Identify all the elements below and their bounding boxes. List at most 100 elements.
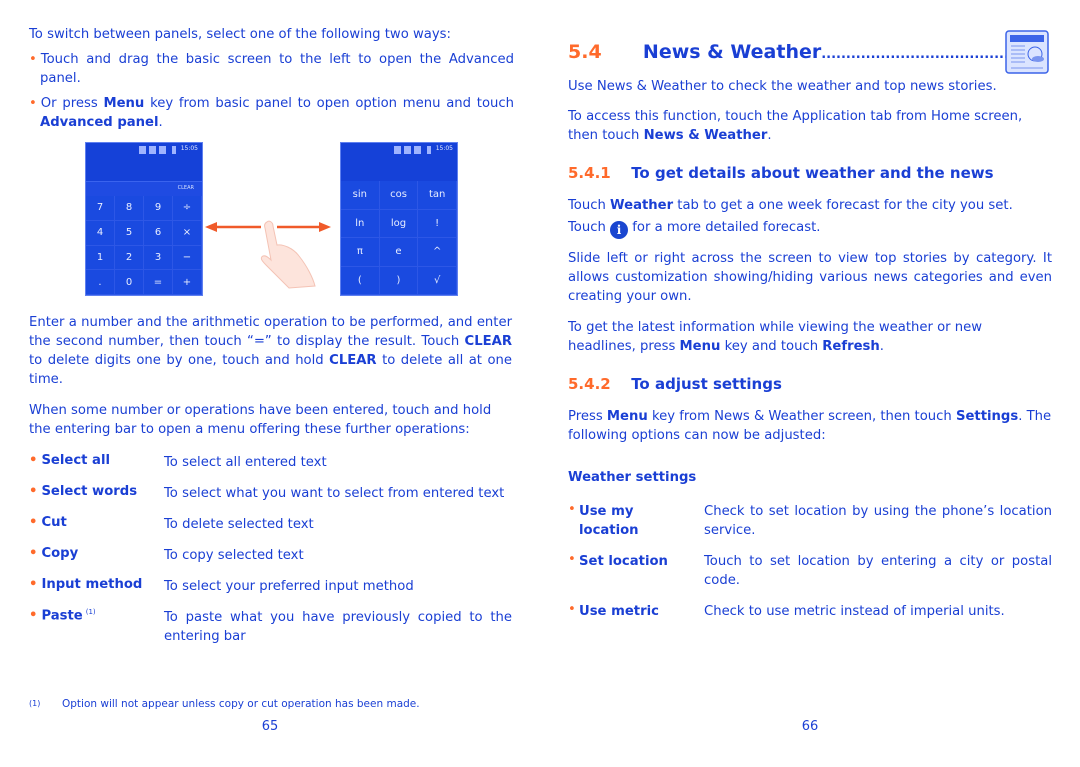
setting-term: Set location [579, 554, 668, 569]
bullet-dot: • [29, 453, 38, 468]
right-arrow-icon [277, 222, 331, 232]
sim-icon [404, 146, 411, 154]
text-run: . [158, 115, 163, 130]
menu-key-label: Menu [103, 96, 145, 111]
text-run: . [879, 339, 884, 354]
clear-label: CLEAR [464, 334, 512, 349]
slide-categories-text: Slide left or right across the screen to… [568, 251, 1052, 304]
operation-description: To select what you want to select from e… [164, 486, 505, 501]
calc-key: e [379, 238, 419, 267]
calc-key: 2 [115, 245, 144, 271]
bullet-dot: • [29, 515, 38, 530]
advanced-keypad: sin cos tan ln log! π e ^ () √ [341, 181, 457, 295]
leader-dots: ...................................... [821, 47, 1009, 62]
text-run: Or press [40, 96, 104, 111]
calc-key: 8 [115, 196, 144, 221]
subsection-heading-settings: 5.4.2 To adjust settings [568, 375, 782, 393]
advanced-panel-label: Advanced panel [40, 115, 159, 130]
battery-icon [427, 146, 431, 154]
swipe-gesture-illustration [205, 220, 331, 289]
subsection-number: 5.4.1 [568, 164, 611, 182]
usb-icon [139, 146, 146, 154]
section-number: 5.4 [568, 41, 602, 63]
signal-icon [414, 146, 421, 154]
status-bar: 15:05 [86, 143, 202, 157]
battery-icon [172, 146, 176, 154]
operation-term: • Cut [29, 515, 67, 530]
bullet-dot: • [29, 577, 38, 592]
calc-key: π [341, 238, 380, 267]
bullet-dot: • [568, 552, 576, 567]
section-title: News & Weather [642, 41, 822, 63]
operation-description: To copy selected text [164, 548, 304, 563]
bullet-text: Touch and drag the basic screen to the l… [40, 52, 514, 86]
text-run: To access this function, touch the Appli… [568, 109, 1023, 143]
operation-term: • Select words [29, 484, 137, 499]
subsection-title: To adjust settings [631, 375, 782, 393]
text-run: Touch [568, 198, 611, 213]
text-run: . [767, 128, 772, 143]
entering-bar: CLEAR [86, 181, 202, 197]
text-run: Enter a number and the arithmetic operat… [29, 315, 512, 349]
text-run: tab to get a one week forecast for the c… [673, 198, 1013, 213]
intro-text: Use News & Weather to check the weather … [568, 79, 997, 94]
footnote-text: Option will not appear unless copy or cu… [62, 698, 420, 710]
calc-key: ÷ [173, 196, 202, 221]
calc-key: tan [418, 181, 457, 210]
calc-key: ^ [418, 238, 457, 267]
operation-term: • Select all [29, 453, 110, 468]
operation-description: To delete selected text [164, 517, 314, 532]
text-run: key from News & Weather screen, then tou… [647, 409, 956, 424]
calc-key: . [86, 270, 115, 295]
page-number: 65 [261, 719, 279, 734]
calc-key: 6 [144, 220, 173, 246]
status-time: 15:05 [435, 145, 453, 152]
setting-term: Use my location [579, 504, 639, 538]
news-weather-app-icon [1005, 30, 1049, 74]
setting-term: Use metric [579, 604, 659, 619]
hand-icon [260, 220, 316, 289]
bullet-dot: • [29, 484, 38, 499]
bullet-dot: • [568, 602, 576, 617]
settings-intro-text: Press Menu key from News & Weather scree… [568, 407, 1053, 445]
calc-key: 5 [115, 220, 144, 246]
page-66: 5.4 News & Weather......................… [540, 0, 1080, 767]
intro-text: To switch between panels, select one of … [29, 27, 451, 42]
section-heading: 5.4 News & Weather......................… [568, 41, 1009, 63]
advanced-panel-screenshot: 15:05 sin cos tan ln log! π e ^ () √ [340, 142, 458, 296]
calc-key: 3 [144, 245, 173, 271]
term-label: Input method [41, 577, 143, 592]
bullet-dot: • [29, 52, 37, 67]
usb-icon [394, 146, 401, 154]
calc-key: √ [418, 266, 457, 295]
basic-panel-screenshot: 15:05 CLEAR 7 8 9 ÷ 4 5 6 × 1 2 3−. 0 = + [85, 142, 203, 296]
status-time: 15:05 [180, 145, 198, 152]
text-run: Touch [568, 220, 611, 235]
info-icon: i [610, 221, 629, 239]
calc-key: ! [418, 209, 457, 238]
bullet-dot: • [29, 608, 38, 624]
weather-tab-label: Weather [610, 198, 674, 213]
operation-description: To select all entered text [164, 455, 327, 470]
refresh-label: Refresh [822, 339, 880, 354]
app-name-label: News & Weather [643, 128, 768, 143]
bullet-dot: • [29, 546, 38, 561]
term-label: Select words [41, 484, 138, 499]
calc-key: × [173, 220, 202, 246]
bullet-dot: • [568, 502, 576, 517]
calc-key: 4 [86, 220, 115, 246]
calc-key: 1 [86, 245, 115, 271]
weather-settings-heading: Weather settings [568, 470, 697, 485]
bullet-menu-key: • Or press Menu key from basic panel to o… [29, 94, 514, 132]
operation-description: To paste what you have previously copied… [164, 610, 512, 644]
sim-icon [149, 146, 156, 154]
term-label: Copy [41, 546, 79, 561]
operation-description: To select your preferred input method [164, 579, 414, 594]
text-run: to delete digits one by one, touch and h… [29, 353, 330, 368]
paragraph-further-operations: When some number or operations have been… [29, 403, 492, 437]
menu-key-label: Menu [679, 339, 721, 354]
setting-description: Check to use metric instead of imperial … [704, 604, 1005, 619]
menu-key-label: Menu [606, 409, 648, 424]
bullet-touch-drag: • Touch and drag the basic screen to the … [29, 50, 514, 88]
operation-term: • Paste (1) [29, 608, 96, 623]
